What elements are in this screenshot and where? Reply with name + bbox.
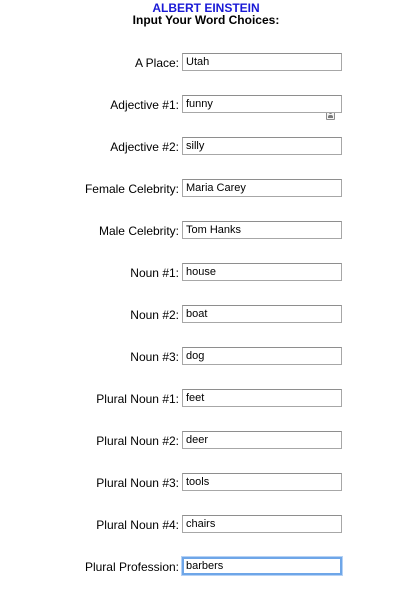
page-subtitle: Input Your Word Choices: [132,13,280,27]
adjective-2-label: Adjective #2: [110,140,179,154]
place-label: A Place: [134,56,179,70]
noun-3-label: Noun #3: [130,350,179,364]
adjective-1-input[interactable]: funny [182,95,342,113]
noun-2-label: Noun #2: [130,308,179,322]
row-male-celebrity: Male Celebrity: Tom Hanks [0,221,412,241]
plural-noun-4-input[interactable]: chairs [182,515,342,533]
row-plural-noun-2: Plural Noun #2: deer [0,431,412,451]
plural-noun-1-input[interactable]: feet [182,389,342,407]
row-place: A Place: Utah [0,53,412,120]
row-female-celebrity: Female Celebrity: Maria Carey [0,179,412,199]
noun-1-input[interactable]: house [182,263,342,281]
row-noun-3: Noun #3: dog [0,347,412,367]
row-plural-noun-4: Plural Noun #4: chairs [0,515,412,535]
plural-noun-2-input[interactable]: deer [182,431,342,449]
plural-profession-input[interactable]: barbers [182,557,342,575]
male-celebrity-label: Male Celebrity: [98,224,179,238]
row-noun-1: Noun #1: house [0,263,412,283]
row-plural-profession: Plural Profession: barbers [0,557,412,577]
plural-noun-1-label: Plural Noun #1: [96,392,179,406]
plural-noun-3-label: Plural Noun #3: [96,476,179,490]
row-plural-noun-1: Plural Noun #1: feet [0,389,412,409]
female-celebrity-input[interactable]: Maria Carey [182,179,342,197]
form-header: ALBERT EINSTEIN Input Your Word Choices: [0,2,412,27]
row-plural-noun-3: Plural Noun #3: tools [0,473,412,493]
plural-profession-label: Plural Profession: [84,560,179,574]
place-input[interactable]: Utah [182,53,342,71]
plural-noun-4-label: Plural Noun #4: [96,518,179,532]
row-adjective-1: Adjective #1: funny [0,95,412,115]
female-celebrity-label: Female Celebrity: [84,182,179,196]
adjective-1-label: Adjective #1: [110,98,179,112]
noun-3-input[interactable]: dog [182,347,342,365]
row-adjective-2: Adjective #2: silly [0,137,412,157]
noun-2-input[interactable]: boat [182,305,342,323]
contact-card-body [328,115,333,118]
plural-noun-3-input[interactable]: tools [182,473,342,491]
male-celebrity-input[interactable]: Tom Hanks [182,221,342,239]
adjective-2-input[interactable]: silly [182,137,342,155]
plural-noun-2-label: Plural Noun #2: [96,434,179,448]
row-noun-2: Noun #2: boat [0,305,412,325]
noun-1-label: Noun #1: [130,266,179,280]
